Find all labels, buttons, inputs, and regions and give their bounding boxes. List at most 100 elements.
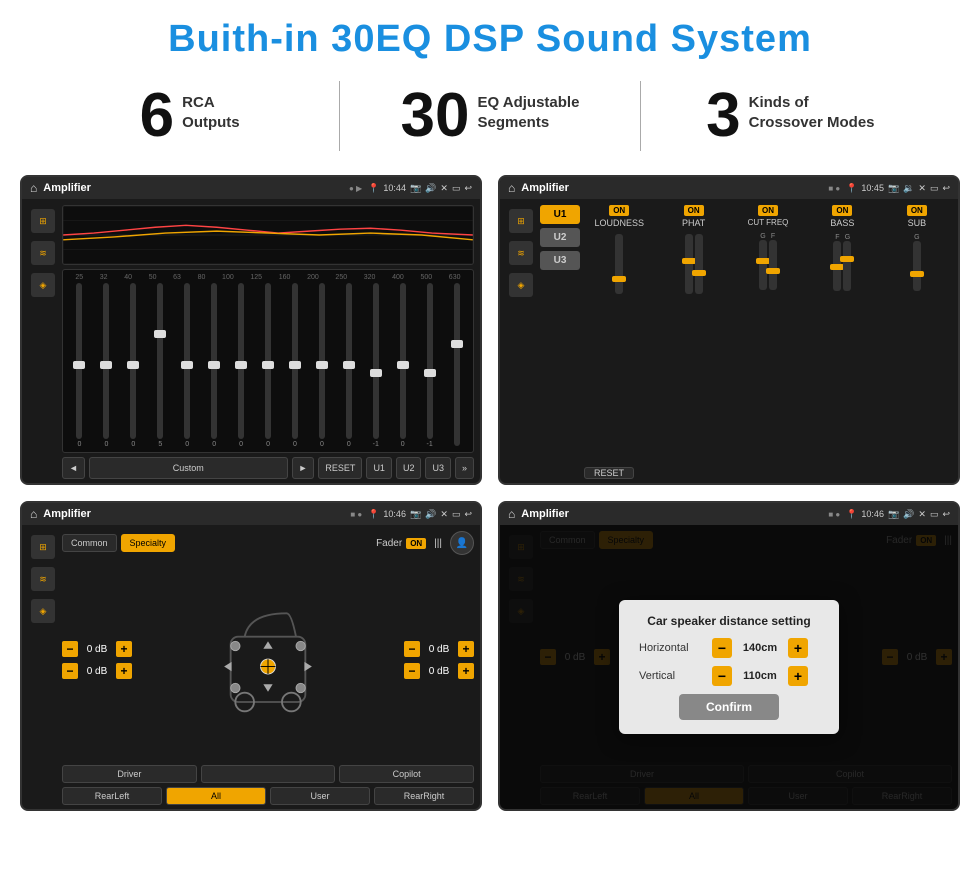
slider-track-6[interactable] [211,283,217,439]
slider-track-10[interactable] [319,283,325,439]
slider-thumb-12[interactable] [370,369,382,377]
phat-slider-2[interactable] [692,270,706,276]
slider-thumb-6[interactable] [208,361,220,369]
db-plus-1[interactable]: + [116,641,132,657]
empty-btn [201,765,336,783]
slider-track-11[interactable] [346,283,352,439]
eq-location-icon: 📍 [368,183,379,194]
eq-custom-btn[interactable]: Custom [89,457,288,479]
confirm-button[interactable]: Confirm [679,694,779,720]
eq-prev-btn[interactable]: ◄ [62,457,85,479]
db-minus-2[interactable]: − [62,663,78,679]
specialty-tab[interactable]: Specialty [121,534,176,552]
vertical-plus-btn[interactable]: + [788,666,808,686]
slider-thumb-8[interactable] [262,361,274,369]
fader-knob[interactable]: 👤 [450,531,474,555]
slider-thumb-1[interactable] [73,361,85,369]
fader-wave-icon[interactable]: ≋ [31,567,55,591]
horizontal-label: Horizontal [639,642,704,654]
slider-thumb-3[interactable] [127,361,139,369]
eq-play-btn[interactable]: ► [292,457,315,479]
cutfreq-g-slider[interactable] [756,258,770,264]
eq-speaker-icon[interactable]: ◈ [31,273,55,297]
bass-f-slider[interactable] [830,264,844,270]
slider-12: -1 [363,283,388,448]
db-minus-4[interactable]: − [404,663,420,679]
eq-screen-container: ⌂ Amplifier ● ▶ 📍 10:44 📷 🔊 ✕ ▭ ↩ ⊞ ≋ ◈ [20,175,482,485]
eq-status-bar: ⌂ Amplifier ● ▶ 📍 10:44 📷 🔊 ✕ ▭ ↩ [22,177,480,199]
slider-3: 0 [121,283,146,448]
phat-on[interactable]: ON [684,205,704,216]
stat-rca-label: RCAOutputs [182,85,240,132]
crossover-content: ⊞ ≋ ◈ U1 U2 U3 ON LOUDNESS [500,199,958,483]
slider-thumb-4[interactable] [154,330,166,338]
slider-thumb-7[interactable] [235,361,247,369]
user-btn[interactable]: User [270,787,370,805]
loudness-slider-thumb[interactable] [612,276,626,282]
eq-wave-icon[interactable]: ≋ [31,241,55,265]
fader-filter-icon[interactable]: ⊞ [31,535,55,559]
slider-track-3[interactable] [130,283,136,439]
eq-main-area: 25 32 40 50 63 80 100 125 160 200 250 32… [62,205,474,479]
bass-on[interactable]: ON [832,205,852,216]
slider-track-9[interactable] [292,283,298,439]
slider-track-15[interactable] [454,283,460,446]
crossover-filter-icon[interactable]: ⊞ [509,209,533,233]
sub-on[interactable]: ON [907,205,927,216]
db-plus-4[interactable]: + [458,663,474,679]
slider-track-4[interactable] [157,283,163,439]
slider-track-1[interactable] [76,283,82,439]
slider-thumb-13[interactable] [397,361,409,369]
crossover-back-icon: ↩ [942,183,950,194]
horizontal-plus-btn[interactable]: + [788,638,808,658]
eq-freq-labels: 25 32 40 50 63 80 100 125 160 200 250 32… [67,274,469,281]
slider-track-5[interactable] [184,283,190,439]
sub-g-slider[interactable] [910,271,924,277]
eq-u3-btn[interactable]: U3 [425,457,451,479]
eq-reset-btn[interactable]: RESET [318,457,362,479]
u1-btn[interactable]: U1 [540,205,580,224]
crossover-speaker-icon[interactable]: ◈ [509,273,533,297]
eq-more-btn[interactable]: » [455,457,474,479]
slider-track-13[interactable] [400,283,406,439]
db-minus-1[interactable]: − [62,641,78,657]
fader-speaker-icon[interactable]: ◈ [31,599,55,623]
cutfreq-f-slider[interactable] [766,268,780,274]
vertical-minus-btn[interactable]: − [712,666,732,686]
slider-thumb-2[interactable] [100,361,112,369]
bass-g-slider[interactable] [840,256,854,262]
u3-btn[interactable]: U3 [540,251,580,270]
slider-thumb-11[interactable] [343,361,355,369]
slider-thumb-5[interactable] [181,361,193,369]
fader-on-badge[interactable]: ON [406,538,426,549]
loudness-on[interactable]: ON [609,205,629,216]
db-plus-3[interactable]: + [458,641,474,657]
slider-track-2[interactable] [103,283,109,439]
slider-thumb-14[interactable] [424,369,436,377]
eq-u2-btn[interactable]: U2 [396,457,422,479]
crossover-wave-icon[interactable]: ≋ [509,241,533,265]
eq-filter-icon[interactable]: ⊞ [31,209,55,233]
slider-track-8[interactable] [265,283,271,439]
slider-thumb-9[interactable] [289,361,301,369]
slider-track-12[interactable] [373,283,379,439]
slider-track-7[interactable] [238,283,244,439]
slider-thumb-15[interactable] [451,340,463,348]
horizontal-minus-btn[interactable]: − [712,638,732,658]
slider-track-14[interactable] [427,283,433,439]
eq-u1-btn[interactable]: U1 [366,457,392,479]
crossover-reset-btn[interactable]: RESET [584,467,634,479]
rearleft-btn[interactable]: RearLeft [62,787,162,805]
all-btn[interactable]: All [166,787,266,805]
driver-btn[interactable]: Driver [62,765,197,783]
copilot-btn[interactable]: Copilot [339,765,474,783]
rearright-btn[interactable]: RearRight [374,787,474,805]
db-plus-2[interactable]: + [116,663,132,679]
db-minus-3[interactable]: − [404,641,420,657]
freq-630: 630 [449,274,461,281]
cutfreq-on[interactable]: ON [758,205,778,216]
u2-btn[interactable]: U2 [540,228,580,247]
slider-thumb-10[interactable] [316,361,328,369]
phat-slider-1[interactable] [682,258,696,264]
common-tab[interactable]: Common [62,534,117,552]
